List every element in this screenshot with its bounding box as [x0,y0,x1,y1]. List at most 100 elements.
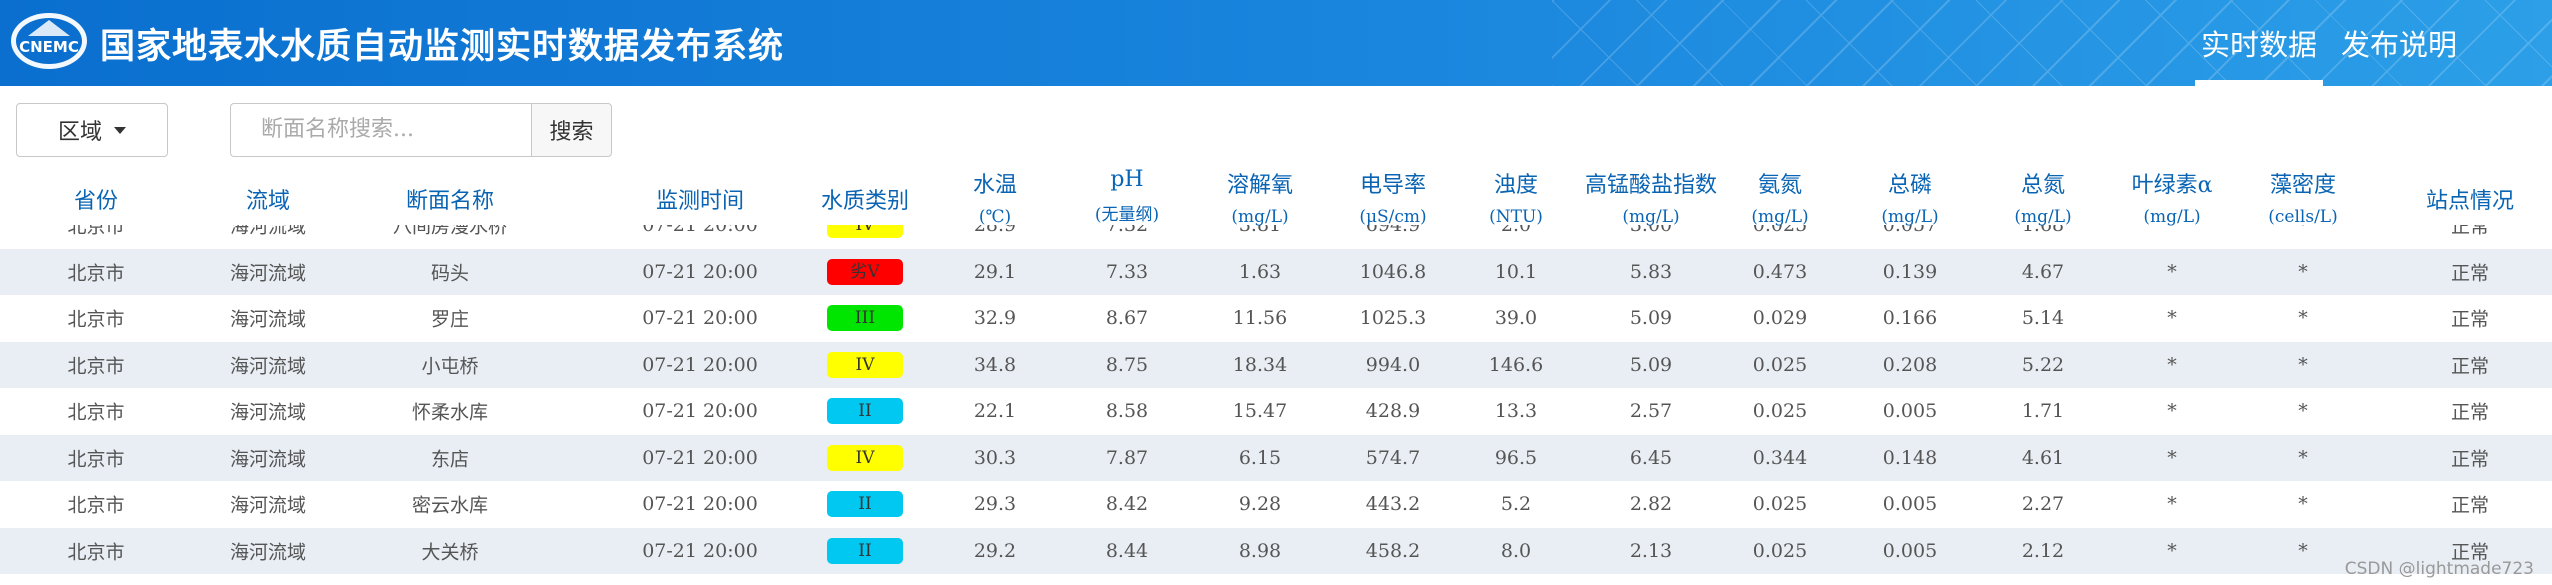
column-header: 站点情况 [2426,183,2514,215]
table-cell: 07-21 20:00 [642,225,758,237]
table-cell: 8.58 [1105,400,1149,423]
table-cell: 5.09 [1629,307,1673,330]
table-cell: * [2298,493,2308,516]
column-header-label: 电导率 [1359,173,1427,198]
table-cell: 正常 [2450,401,2490,424]
table-cell: 07-21 20:00 [642,307,758,330]
table-cell: * [2167,353,2177,376]
table-cell: 北京市 [67,262,125,285]
table-row[interactable]: 北京市 海河流域 密云水库 07-21 20:00 II 29.3 8.42 9.28 443.… [0,481,2552,528]
table-cell: 海河流域 [229,355,307,378]
column-header: 省份 [74,183,118,215]
table-cell: 4.61 [2021,446,2065,469]
table-cell: 2.82 [1629,493,1673,516]
table-cell: 正常 [2450,494,2490,517]
column-header: 监测时间 [656,183,744,215]
table-cell: 574.7 [1365,446,1421,469]
table-cell: * [2167,446,2177,469]
table-cell: 22.1 [973,400,1017,423]
table-cell: 34.8 [973,353,1017,376]
data-table-body: 北京市 海河流域 八间房漫水桥 07-21 20:00 IV 28.9 7.32 3.81 69… [0,225,2552,585]
table-cell: * [2167,400,2177,423]
table-cell: * [2298,260,2308,283]
table-cell: 正常 [2450,262,2490,285]
region-dropdown[interactable]: 区域 [16,103,168,157]
table-cell: 1.63 [1238,260,1282,283]
table-cell: 11.56 [1232,307,1288,330]
table-cell: 八间房漫水桥 [392,225,508,238]
table-cell: 7.87 [1105,446,1149,469]
water-quality-badge: IV [827,351,903,378]
table-cell: 北京市 [67,448,125,471]
table-cell: 0.025 [1752,400,1808,423]
column-header: 水温 (℃) [973,167,1017,227]
table-cell: 30.3 [973,446,1017,469]
table-cell: 39.0 [1494,307,1538,330]
table-row[interactable]: 北京市 海河流域 罗庄 07-21 20:00 III 32.9 8.67 11.56 1025… [0,295,2552,342]
table-cell: 怀柔水库 [411,401,489,424]
column-header-unit: (mg/L) [2143,207,2201,227]
column-header-label: 浊度 [1493,173,1538,198]
table-cell: 96.5 [1494,446,1538,469]
column-header: pH (无量纲) [1095,167,1159,225]
column-header-label: 总氮 [2020,173,2066,198]
watermark: CSDN @lightmade723 [2344,559,2534,579]
column-header-label: pH [1110,167,1144,192]
column-header-unit: (mg/L) [2014,207,2072,227]
table-cell: 海河流域 [229,262,307,285]
table-cell: 0.139 [1882,260,1938,283]
column-header: 水质类别 [821,183,909,215]
table-cell: 146.6 [1488,353,1544,376]
table-cell: 9.28 [1238,493,1282,516]
tab-release-notes[interactable]: 发布说明 [2341,22,2457,64]
table-row[interactable]: 北京市 海河流域 小屯桥 07-21 20:00 IV 34.8 8.75 18.34 994.… [0,341,2552,388]
column-header-label: 水质类别 [820,189,910,214]
table-row[interactable]: 北京市 海河流域 八间房漫水桥 07-21 20:00 IV 28.9 7.32 3.81 69… [0,225,2552,249]
table-cell: 7.32 [1105,225,1149,237]
section-search-input[interactable]: 断面名称搜索... [230,103,532,157]
table-cell: 428.9 [1365,400,1421,423]
column-header-label: 站点情况 [2425,189,2515,214]
table-row[interactable]: 北京市 海河流域 码头 07-21 20:00 劣V 29.1 7.33 1.63 1046.8… [0,248,2552,295]
column-header-label: 省份 [73,189,119,214]
table-cell: * [2298,400,2308,423]
table-cell: * [2298,225,2308,237]
table-cell: 29.1 [973,260,1017,283]
column-header: 溶解氧 (mg/L) [1227,167,1293,227]
table-cell: 5.22 [2021,353,2065,376]
table-cell: 正常 [2450,448,2490,471]
tab-realtime-data[interactable]: 实时数据 [2194,22,2324,86]
table-cell: 458.2 [1365,539,1421,562]
table-cell: 7.33 [1105,260,1149,283]
table-cell: 0.025 [1752,353,1808,376]
column-header: 电导率 (μS/cm) [1359,167,1426,227]
table-cell: 海河流域 [229,225,307,238]
table-cell: 0.005 [1882,539,1938,562]
table-cell: * [2167,539,2177,562]
table-cell: 0.473 [1752,260,1808,283]
table-row[interactable]: 北京市 海河流域 怀柔水库 07-21 20:00 II 22.1 8.58 15.47 428… [0,388,2552,435]
column-header-unit: (cells/L) [2268,207,2338,227]
column-header-label: 叶绿素α [2131,173,2213,198]
table-cell: 443.2 [1365,493,1421,516]
table-cell: 密云水库 [411,494,489,517]
table-cell: 5.09 [1629,353,1673,376]
table-cell: 8.42 [1105,493,1149,516]
table-cell: 东店 [430,448,470,471]
column-header-label: 藻密度 [2269,173,2336,198]
column-header-label: 总磷 [1887,173,1933,198]
water-quality-badge: II [827,398,903,425]
table-row[interactable]: 北京市 海河流域 东店 07-21 20:00 IV 30.3 7.87 6.15 574.7 9… [0,434,2552,481]
table-cell: 0.005 [1882,493,1938,516]
table-row[interactable]: 北京市 海河流域 大关桥 07-21 20:00 II 29.2 8.44 8.98 458.2… [0,527,2552,574]
water-quality-badge: IV [827,225,903,239]
table-cell: * [2167,493,2177,516]
table-cell: 0.166 [1882,307,1938,330]
table-cell: 07-21 20:00 [642,260,758,283]
search-button[interactable]: 搜索 [531,103,612,157]
table-cell: 2.0 [1500,225,1532,237]
table-cell: 07-21 20:00 [642,493,758,516]
table-cell: 5.83 [1629,260,1673,283]
table-cell: 10.1 [1494,260,1538,283]
table-cell: * [2298,353,2308,376]
